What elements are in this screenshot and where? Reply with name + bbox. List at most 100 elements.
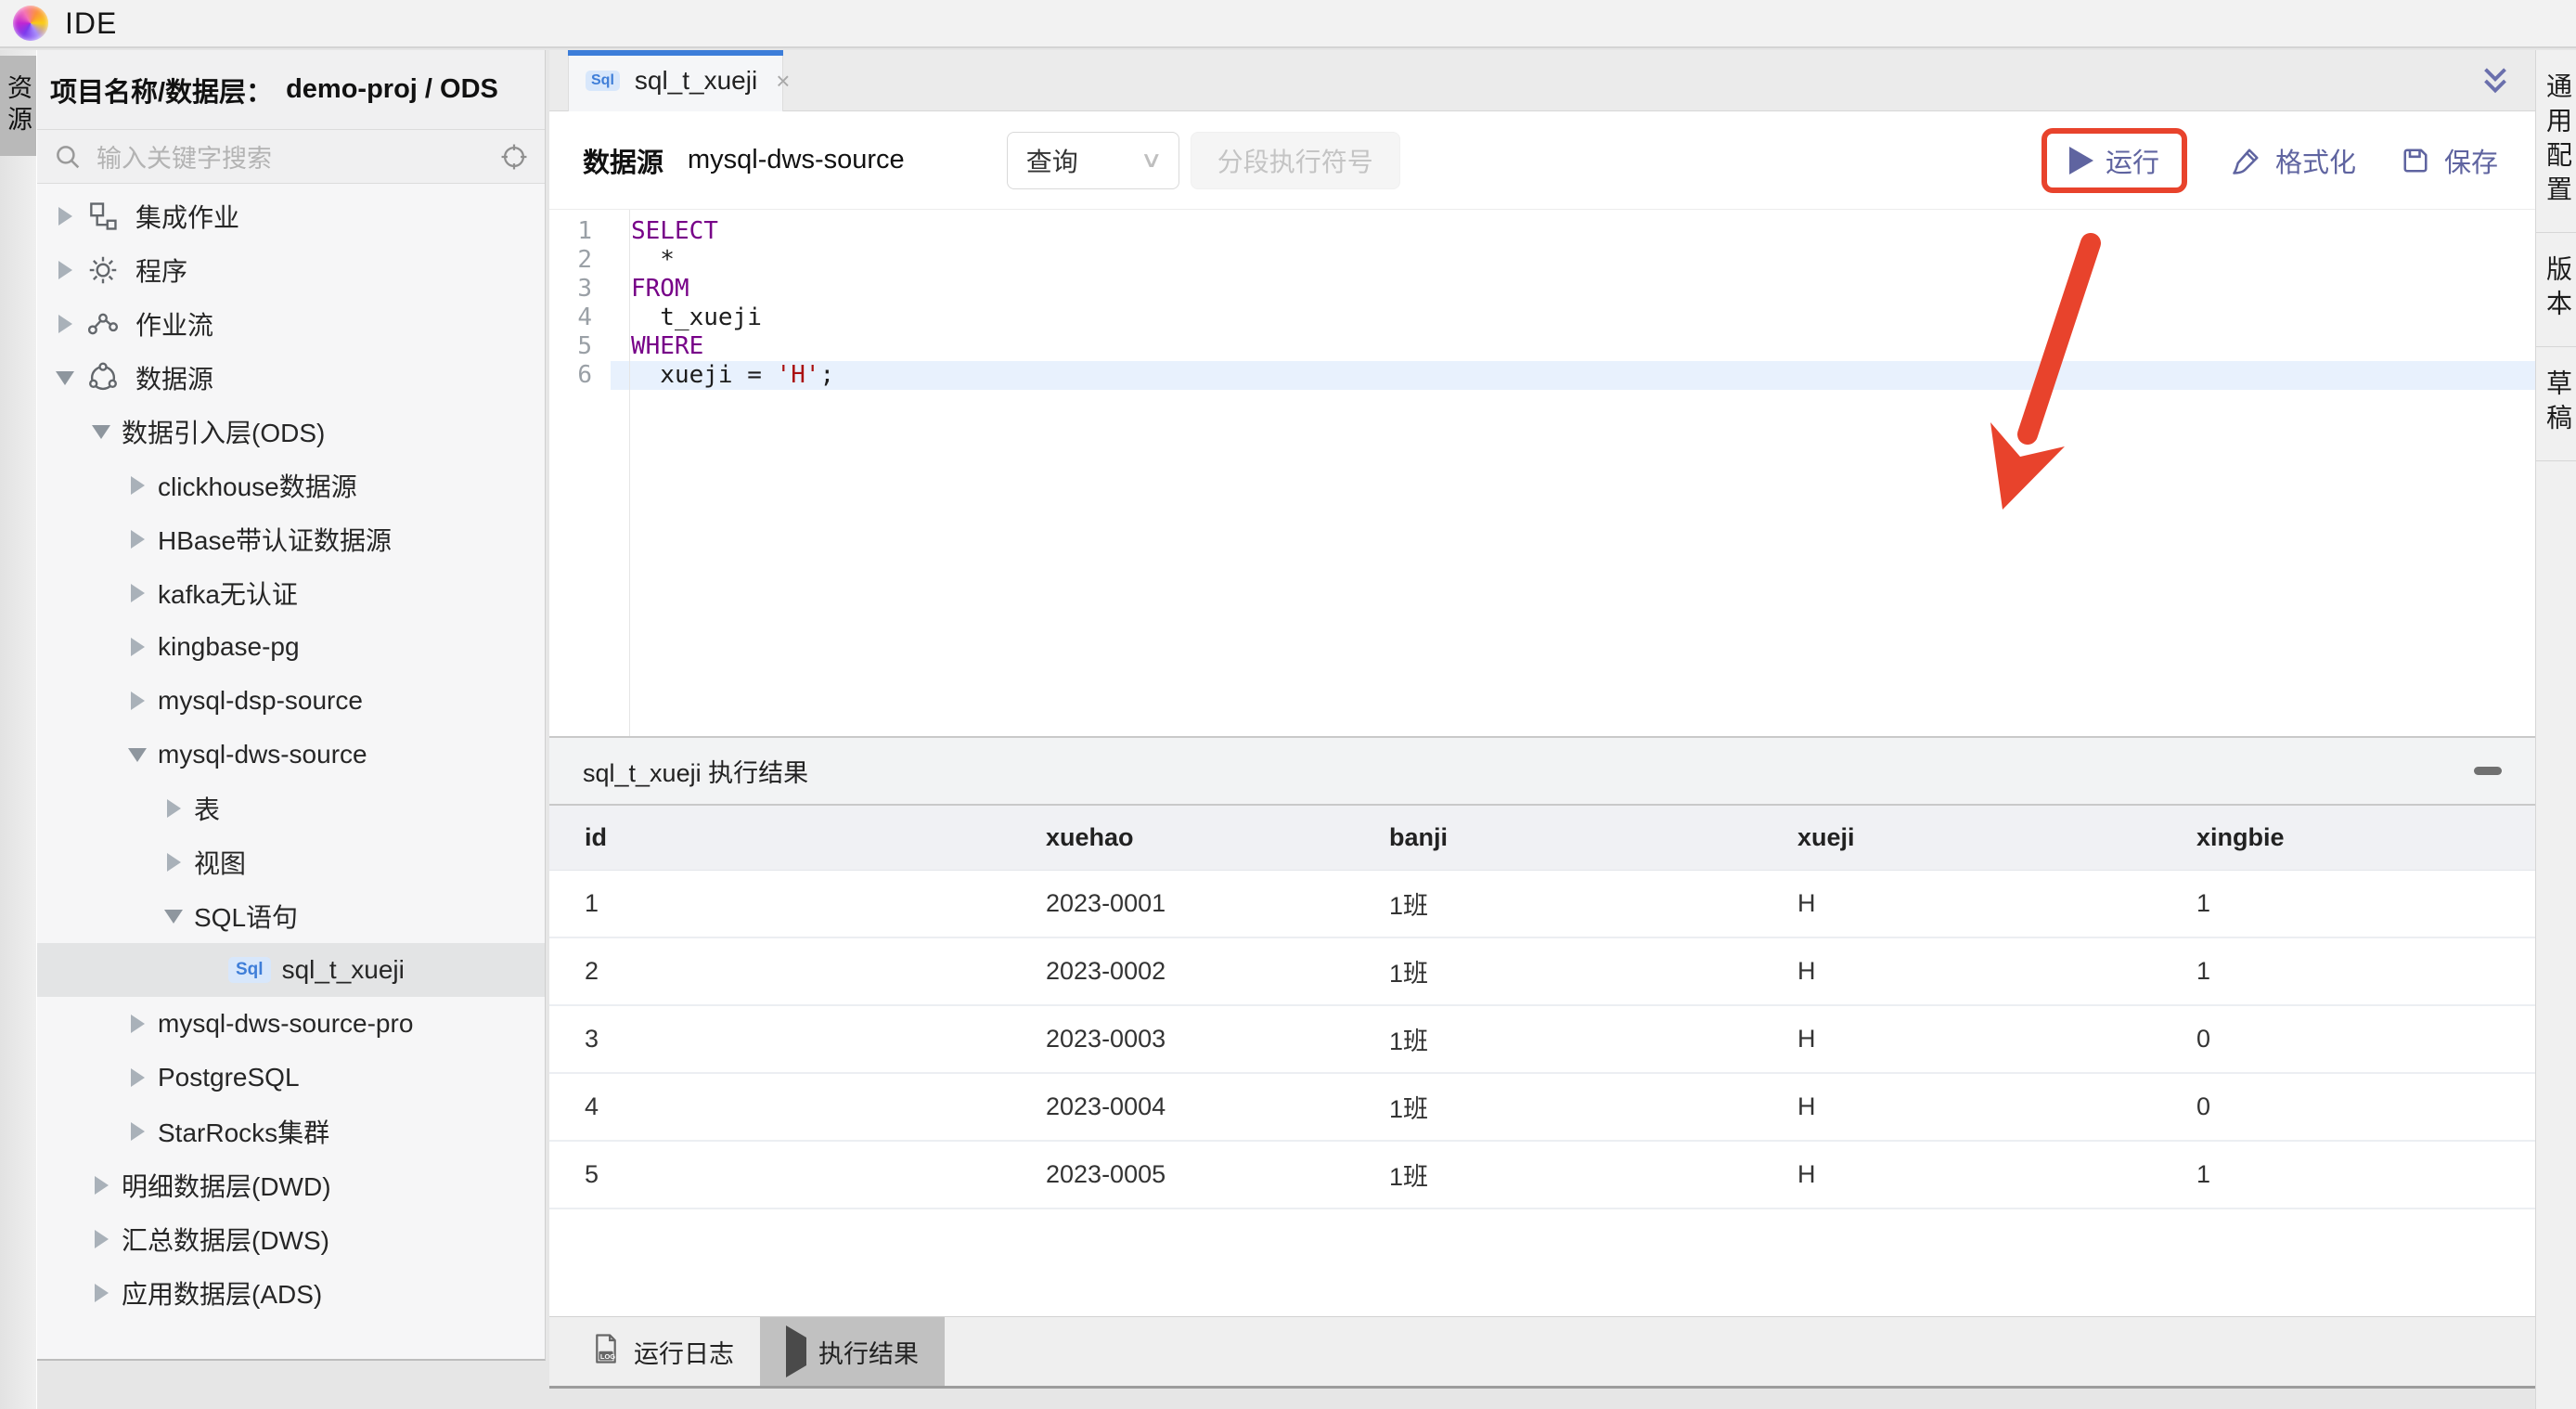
tree-item[interactable]: mysql-dws-source	[37, 728, 545, 782]
tree-toggle[interactable]	[86, 425, 116, 439]
tree-arrow-icon	[131, 1122, 145, 1141]
tree-toggle[interactable]	[122, 1015, 152, 1033]
tree-toggle[interactable]	[122, 1068, 152, 1087]
code-line[interactable]: 5 WHERE	[549, 332, 2535, 361]
editor-toolbar: 数据源 mysql-dws-source 查询 ∨ 分段执行符号 运行 格式化	[549, 111, 2535, 210]
code-line[interactable]: 6 xueji = 'H';	[549, 361, 2535, 390]
collapse-double-chevron-icon[interactable]	[2476, 61, 2515, 100]
tree-item[interactable]: 汇总数据层(DWS)	[37, 1212, 545, 1266]
bottom-tab-label: 运行日志	[634, 1334, 734, 1370]
tree-item[interactable]: Sql sql_t_xueji	[37, 943, 545, 997]
results-title: sql_t_xueji 执行结果	[583, 753, 808, 789]
tree-toggle[interactable]	[50, 371, 80, 385]
main-panel: Sql sql_t_xueji × 数据源 mysql-dws-source 查…	[549, 50, 2535, 1389]
tree-toggle[interactable]	[159, 853, 188, 872]
right-rail-tab[interactable]: 版本	[2536, 233, 2576, 347]
tree-item[interactable]: mysql-dws-source-pro	[37, 997, 545, 1051]
tree-toggle[interactable]	[86, 1230, 116, 1248]
table-cell: 1班	[1389, 1089, 1797, 1125]
tree-item[interactable]: mysql-dsp-source	[37, 674, 545, 728]
locate-icon[interactable]	[498, 141, 530, 173]
code-token: 'H'	[777, 361, 820, 389]
tree-toggle[interactable]	[122, 748, 152, 762]
table-cell: H	[1797, 1025, 2196, 1054]
rail-tab-resources[interactable]: 资源	[0, 56, 36, 156]
tree-item[interactable]: kingbase-pg	[37, 620, 545, 674]
tree-toggle[interactable]	[122, 476, 152, 495]
resource-sidebar: 项目名称/数据层： demo-proj / ODS 输入关键字搜索 集成作业 程…	[37, 50, 546, 1361]
code-text: FROM	[611, 275, 2535, 304]
tree-item-label: 数据引入层(ODS)	[122, 413, 325, 450]
search-input[interactable]: 输入关键字搜索	[97, 138, 485, 175]
table-cell: H	[1797, 889, 2196, 918]
tree-item[interactable]: 程序	[37, 243, 545, 297]
search-bar[interactable]: 输入关键字搜索	[37, 130, 545, 184]
tree-toggle[interactable]	[159, 799, 188, 818]
code-line[interactable]: 2 *	[549, 246, 2535, 275]
code-line[interactable]: 3 FROM	[549, 275, 2535, 304]
tree-item[interactable]: PostgreSQL	[37, 1051, 545, 1105]
tree-toggle[interactable]	[50, 261, 80, 279]
tree-toggle[interactable]	[122, 692, 152, 710]
tree-item[interactable]: 作业流	[37, 297, 545, 351]
minimize-icon[interactable]	[2474, 767, 2502, 775]
tree-item[interactable]: HBase带认证数据源	[37, 512, 545, 566]
line-number: 6	[549, 361, 611, 390]
tree-arrow-icon	[131, 584, 145, 602]
code-text: SELECT	[611, 217, 2535, 246]
tab-sql-t-xueji[interactable]: Sql sql_t_xueji ×	[568, 50, 783, 111]
tree-toggle[interactable]	[159, 910, 188, 924]
bottom-tab-log[interactable]: LOG 运行日志	[564, 1317, 760, 1386]
tree-toggle[interactable]	[122, 1122, 152, 1141]
table-row: 12023-00011班H1	[549, 871, 2535, 938]
tree-type-icon	[85, 360, 121, 395]
tree-item[interactable]: SQL语句	[37, 889, 545, 943]
bottom-tab-icon	[786, 1338, 806, 1366]
query-mode-select[interactable]: 查询 ∨	[1007, 132, 1179, 189]
tree-item[interactable]: 应用数据层(ADS)	[37, 1266, 545, 1320]
integration-icon	[85, 199, 121, 234]
table-cell: 1	[2196, 889, 2535, 918]
table-cell: 1	[585, 889, 1046, 918]
run-button-label: 运行	[2106, 141, 2159, 180]
tree-item-label: mysql-dsp-source	[158, 686, 363, 716]
tab-close-icon[interactable]: ×	[776, 67, 790, 96]
tree-item[interactable]: 数据引入层(ODS)	[37, 405, 545, 459]
tree-toggle[interactable]	[86, 1176, 116, 1195]
tree-item-label: 视图	[194, 844, 246, 881]
tree-item[interactable]: 集成作业	[37, 189, 545, 243]
code-token: ;	[820, 361, 835, 389]
tree-item-label: SQL语句	[194, 898, 298, 935]
tree-item-label: mysql-dws-source	[158, 740, 367, 769]
tree-item[interactable]: StarRocks集群	[37, 1105, 545, 1158]
code-line[interactable]: 4 t_xueji	[549, 304, 2535, 332]
tree-item[interactable]: 明细数据层(DWD)	[37, 1158, 545, 1212]
table-cell: 1	[2196, 1160, 2535, 1189]
tree-toggle[interactable]	[122, 584, 152, 602]
tree-item[interactable]: clickhouse数据源	[37, 459, 545, 512]
tree-arrow-icon	[95, 1284, 109, 1302]
tree-toggle[interactable]	[86, 1284, 116, 1302]
tree-item[interactable]: 数据源	[37, 351, 545, 405]
tree-toggle[interactable]	[122, 638, 152, 656]
tree-toggle[interactable]	[122, 530, 152, 549]
tree-toggle[interactable]	[50, 315, 80, 333]
tree-item-label: PostgreSQL	[158, 1063, 300, 1092]
format-button[interactable]: 格式化	[2230, 141, 2356, 180]
right-rail-tab[interactable]: 草稿	[2536, 347, 2576, 461]
tree-item[interactable]: kafka无认证	[37, 566, 545, 620]
run-button[interactable]: 运行	[2069, 141, 2159, 180]
datasource-label: 数据源	[583, 141, 663, 180]
tree-item[interactable]: 视图	[37, 835, 545, 889]
right-rail-tab[interactable]: 通用配置	[2536, 50, 2576, 233]
play-icon	[786, 1325, 806, 1377]
tree-toggle[interactable]	[50, 207, 80, 226]
save-button[interactable]: 保存	[2399, 141, 2498, 180]
bottom-tab-label: 执行结果	[818, 1334, 919, 1370]
tree-item[interactable]: 表	[37, 782, 545, 835]
tree-arrow-icon	[164, 910, 183, 924]
sql-editor[interactable]: 1 SELECT 2 * 3 FROM 4 t_xueji 5 WHERE 6 …	[549, 210, 2535, 736]
bottom-tab-play[interactable]: 执行结果	[760, 1317, 945, 1386]
code-line[interactable]: 1 SELECT	[549, 217, 2535, 246]
tree-arrow-icon	[167, 853, 181, 872]
